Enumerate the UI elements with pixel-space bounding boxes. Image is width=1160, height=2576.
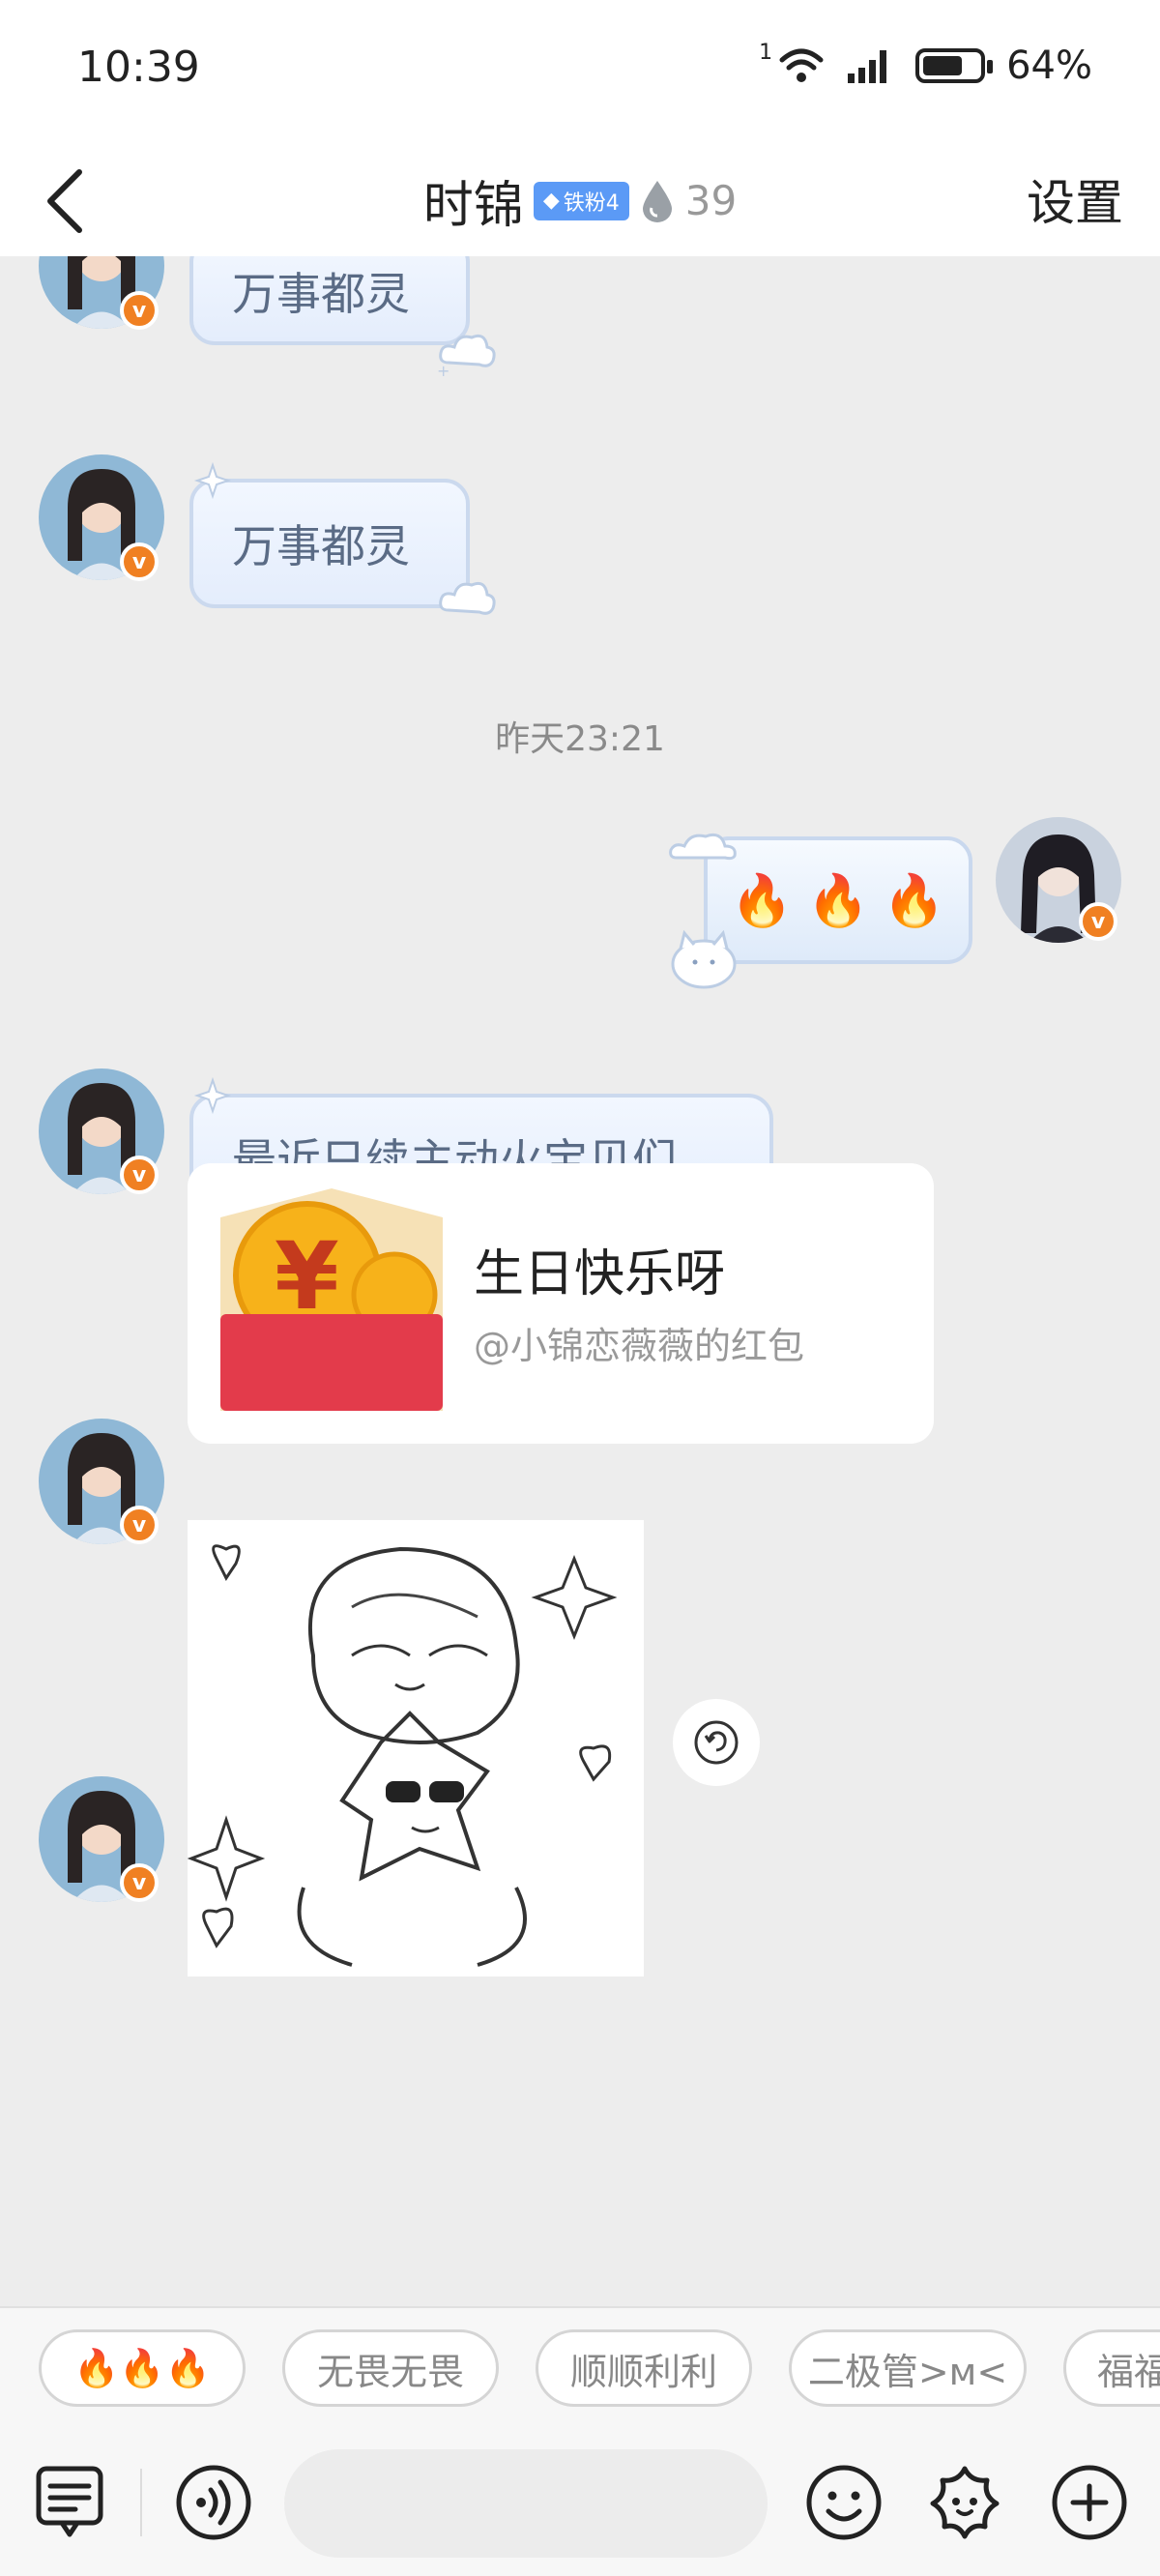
verified-badge: v xyxy=(1079,902,1117,941)
replay-button[interactable] xyxy=(673,1699,760,1786)
verified-badge: v xyxy=(120,1863,159,1902)
message-text: 万事都灵 xyxy=(232,268,410,320)
cloud-deco: + xyxy=(437,334,496,378)
fire-emoji: 🔥 xyxy=(730,871,794,930)
quick-reply-chip[interactable]: 顺顺利利 xyxy=(536,2329,752,2407)
verified-badge: v xyxy=(120,542,159,581)
voice-icon[interactable] xyxy=(172,2461,255,2544)
signal-icon xyxy=(848,50,887,83)
settings-button[interactable]: 设置 xyxy=(1027,164,1123,234)
divider xyxy=(140,2469,142,2536)
red-packet-card[interactable]: ¥ 生日快乐呀 @小锦恋薇薇的红包 xyxy=(188,1163,934,1444)
star-deco xyxy=(193,461,232,500)
quick-reply-chip[interactable]: 无畏无畏 xyxy=(282,2329,499,2407)
plus-icon[interactable] xyxy=(1048,2461,1131,2544)
emoji-icon[interactable] xyxy=(802,2461,885,2544)
star-deco xyxy=(193,1076,232,1115)
red-packet-subtitle: @小锦恋薇薇的红包 xyxy=(474,1325,805,1367)
cloud-deco xyxy=(439,581,496,615)
fire-count: 39 xyxy=(684,177,738,224)
red-packet-title: 生日快乐呀 xyxy=(474,1245,726,1303)
chat-title: 时锦 xyxy=(422,177,524,235)
message-bubble[interactable]: 万事都灵 xyxy=(189,256,470,345)
status-icons: 1 64% xyxy=(759,39,1092,93)
message-input[interactable] xyxy=(284,2449,768,2558)
nav-title-group[interactable]: 时锦 ◆ 铁粉4 39 xyxy=(0,164,1160,237)
drop-icon xyxy=(642,180,672,222)
fire-emoji: 🔥 xyxy=(883,871,946,930)
text-mode-icon[interactable] xyxy=(29,2461,112,2544)
diamond-icon: ◆ xyxy=(542,189,560,213)
status-time: 10:39 xyxy=(77,43,200,92)
quick-reply-bar[interactable]: 🔥🔥🔥 无畏无畏 顺顺利利 二极管>ᴍ< 福福 xyxy=(0,2306,1160,2432)
sticker-image[interactable] xyxy=(187,1520,644,1976)
nav-bar: 时锦 ◆ 铁粉4 39 设置 xyxy=(0,145,1160,256)
sim-indicator: 1 xyxy=(759,40,773,65)
fire-emoji: 🔥 xyxy=(806,871,870,930)
wifi-icon xyxy=(779,48,824,82)
quick-reply-chip[interactable]: 福福 xyxy=(1063,2329,1160,2407)
verified-badge: v xyxy=(120,1156,159,1194)
battery-icon xyxy=(915,48,994,83)
sticker-icon[interactable] xyxy=(923,2461,1006,2544)
message-text: 万事都灵 xyxy=(232,520,410,572)
replay-icon xyxy=(694,1720,739,1765)
timestamp: 昨天23:21 xyxy=(495,719,665,759)
verified-badge: v xyxy=(120,291,159,330)
top-bar: 10:39 1 64% 时锦 ◆ 铁粉4 39 设置 xyxy=(0,0,1160,256)
verified-badge: v xyxy=(120,1506,159,1544)
cat-deco xyxy=(671,929,737,989)
fan-level-badge: ◆ 铁粉4 xyxy=(533,181,629,220)
fan-badge-label: 铁粉4 xyxy=(563,190,620,216)
battery-percent: 64% xyxy=(1006,44,1092,88)
sticker-drawing xyxy=(187,1544,618,1967)
svg-text:+: + xyxy=(437,362,450,378)
input-bar xyxy=(0,2432,1160,2576)
quick-reply-chip[interactable]: 二极管>ᴍ< xyxy=(789,2329,1027,2407)
red-packet-icon: ¥ xyxy=(220,1188,443,1411)
cloud-deco xyxy=(669,833,737,861)
quick-reply-chip[interactable]: 🔥🔥🔥 xyxy=(39,2329,246,2407)
battery-fill xyxy=(923,56,963,75)
